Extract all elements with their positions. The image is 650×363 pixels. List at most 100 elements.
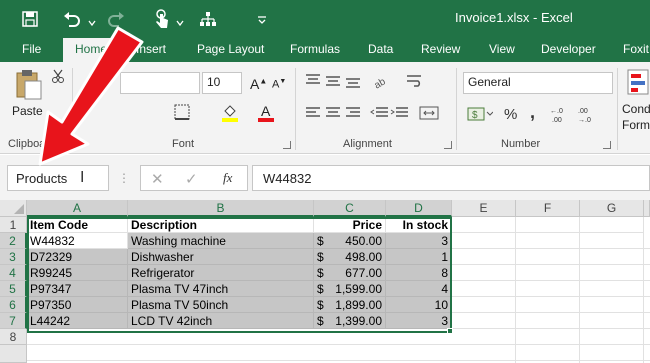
row-header-3[interactable]: 3	[0, 249, 27, 265]
cell-c5[interactable]: $1,599.00	[314, 281, 386, 297]
cell-c3[interactable]: $498.00	[314, 249, 386, 265]
tab-view[interactable]: View	[489, 42, 515, 56]
font-name-dropdown[interactable]	[120, 72, 200, 94]
row-header-1[interactable]: 1	[0, 217, 27, 233]
merge-center-icon[interactable]	[418, 104, 440, 122]
cell-a3[interactable]: D72329	[27, 249, 128, 265]
column-header-b[interactable]: B	[128, 200, 314, 217]
resize-handle-icon[interactable]: ⋮	[118, 171, 130, 185]
column-header-e[interactable]: E	[452, 200, 516, 217]
clipboard-launcher-icon[interactable]	[61, 141, 69, 149]
number-launcher-icon[interactable]	[603, 141, 611, 149]
cell-a5[interactable]: P97347	[27, 281, 128, 297]
borders-icon[interactable]	[172, 102, 192, 122]
undo-dropdown-icon[interactable]	[88, 14, 96, 27]
tab-data[interactable]: Data	[368, 42, 393, 56]
cell-d7[interactable]: 3	[386, 313, 452, 329]
paste-icon[interactable]	[14, 68, 44, 102]
comma-style-button[interactable]: ,	[530, 102, 535, 123]
hierarchy-icon[interactable]	[196, 7, 220, 31]
tab-file[interactable]: File	[22, 42, 41, 56]
cell-e1[interactable]	[452, 217, 516, 233]
empty-cells-bottom[interactable]	[27, 329, 452, 363]
cell-c7[interactable]: $1,399.00	[314, 313, 386, 329]
tab-developer[interactable]: Developer	[541, 42, 596, 56]
cell-b5[interactable]: Plasma TV 47inch	[128, 281, 314, 297]
cell-f1[interactable]	[516, 217, 580, 233]
row-header-6[interactable]: 6	[0, 297, 27, 313]
font-size-dropdown[interactable]: 10	[202, 72, 242, 94]
column-header-h[interactable]	[644, 200, 650, 217]
fill-color-icon[interactable]	[220, 102, 240, 124]
tab-page-layout[interactable]: Page Layout	[197, 42, 264, 56]
shrink-font-icon[interactable]: A▼	[272, 78, 286, 91]
tab-review[interactable]: Review	[421, 42, 460, 56]
cell-d3[interactable]: 1	[386, 249, 452, 265]
orientation-icon[interactable]: ab	[370, 72, 392, 90]
font-launcher-icon[interactable]	[283, 141, 291, 149]
cell-d1[interactable]: In stock	[386, 217, 452, 233]
cell-d2[interactable]: 3	[386, 233, 452, 249]
cell-c2[interactable]: $450.00	[314, 233, 386, 249]
enter-icon[interactable]: ✓	[185, 170, 198, 188]
fill-handle[interactable]	[447, 328, 453, 334]
accounting-format-icon[interactable]: $	[466, 104, 494, 124]
number-format-dropdown[interactable]: General	[463, 72, 613, 94]
touch-mode-icon[interactable]	[150, 7, 174, 31]
empty-cells-right[interactable]	[452, 233, 650, 363]
row-header-4[interactable]: 4	[0, 265, 27, 281]
cell-g1[interactable]	[580, 217, 644, 233]
tab-home[interactable]: Home	[63, 38, 120, 62]
insert-function-button[interactable]: fx	[223, 170, 232, 186]
column-header-c[interactable]: C	[314, 200, 386, 217]
worksheet-grid[interactable]: A B C D E F G 1 2 3 4 5 6 7 8 Item Code …	[0, 200, 650, 363]
column-header-a[interactable]: A	[27, 200, 128, 217]
cell-d6[interactable]: 10	[386, 297, 452, 313]
formula-input[interactable]: W44832	[252, 165, 650, 191]
row-header-2[interactable]: 2	[0, 233, 27, 249]
cell-b2[interactable]: Washing machine	[128, 233, 314, 249]
name-box[interactable]: Products I	[7, 165, 109, 191]
indent-icons[interactable]	[370, 104, 410, 122]
cell-c6[interactable]: $1,899.00	[314, 297, 386, 313]
touch-dropdown-icon[interactable]	[176, 14, 184, 27]
row-header-9[interactable]	[0, 345, 27, 363]
cell-a6[interactable]: P97350	[27, 297, 128, 313]
select-all-corner[interactable]	[0, 200, 27, 217]
cell-b3[interactable]: Dishwasher	[128, 249, 314, 265]
row-header-5[interactable]: 5	[0, 281, 27, 297]
cell-b7[interactable]: LCD TV 42inch	[128, 313, 314, 329]
row-header-8[interactable]: 8	[0, 329, 27, 345]
horizontal-align-icons[interactable]	[304, 104, 362, 122]
cell-a2[interactable]: W44832	[27, 233, 128, 249]
cell-b4[interactable]: Refrigerator	[128, 265, 314, 281]
increase-decimal-icon[interactable]: ←.0.00	[550, 104, 572, 124]
cell-c1[interactable]: Price	[314, 217, 386, 233]
cell-a4[interactable]: R99245	[27, 265, 128, 281]
cell-d5[interactable]: 4	[386, 281, 452, 297]
percent-style-button[interactable]: %	[504, 106, 517, 123]
tab-insert[interactable]: Insert	[136, 42, 166, 56]
column-header-d[interactable]: D	[386, 200, 452, 217]
decrease-decimal-icon[interactable]: .00 →.0	[578, 104, 600, 124]
undo-icon[interactable]	[60, 7, 84, 31]
cell-d4[interactable]: 8	[386, 265, 452, 281]
alignment-launcher-icon[interactable]	[444, 141, 452, 149]
cell-a7[interactable]: L44242	[27, 313, 128, 329]
conditional-formatting-icon[interactable]	[626, 68, 650, 96]
column-header-f[interactable]: F	[516, 200, 580, 217]
cancel-icon[interactable]: ✕	[151, 170, 164, 188]
tab-foxit[interactable]: Foxit	[623, 42, 649, 56]
conditional-formatting-label-1[interactable]: Conditi	[622, 102, 650, 116]
cell-a1[interactable]: Item Code	[27, 217, 128, 233]
cell-b6[interactable]: Plasma TV 50inch	[128, 297, 314, 313]
redo-icon[interactable]	[104, 7, 128, 31]
vertical-align-icons[interactable]	[304, 72, 362, 90]
wrap-text-icon[interactable]	[404, 72, 424, 90]
row-header-7[interactable]: 7	[0, 313, 27, 329]
conditional-formatting-label-2[interactable]: Formatt	[622, 118, 650, 132]
column-header-g[interactable]: G	[580, 200, 644, 217]
cut-icon[interactable]	[50, 68, 66, 84]
cell-b1[interactable]: Description	[128, 217, 314, 233]
tab-formulas[interactable]: Formulas	[290, 42, 340, 56]
